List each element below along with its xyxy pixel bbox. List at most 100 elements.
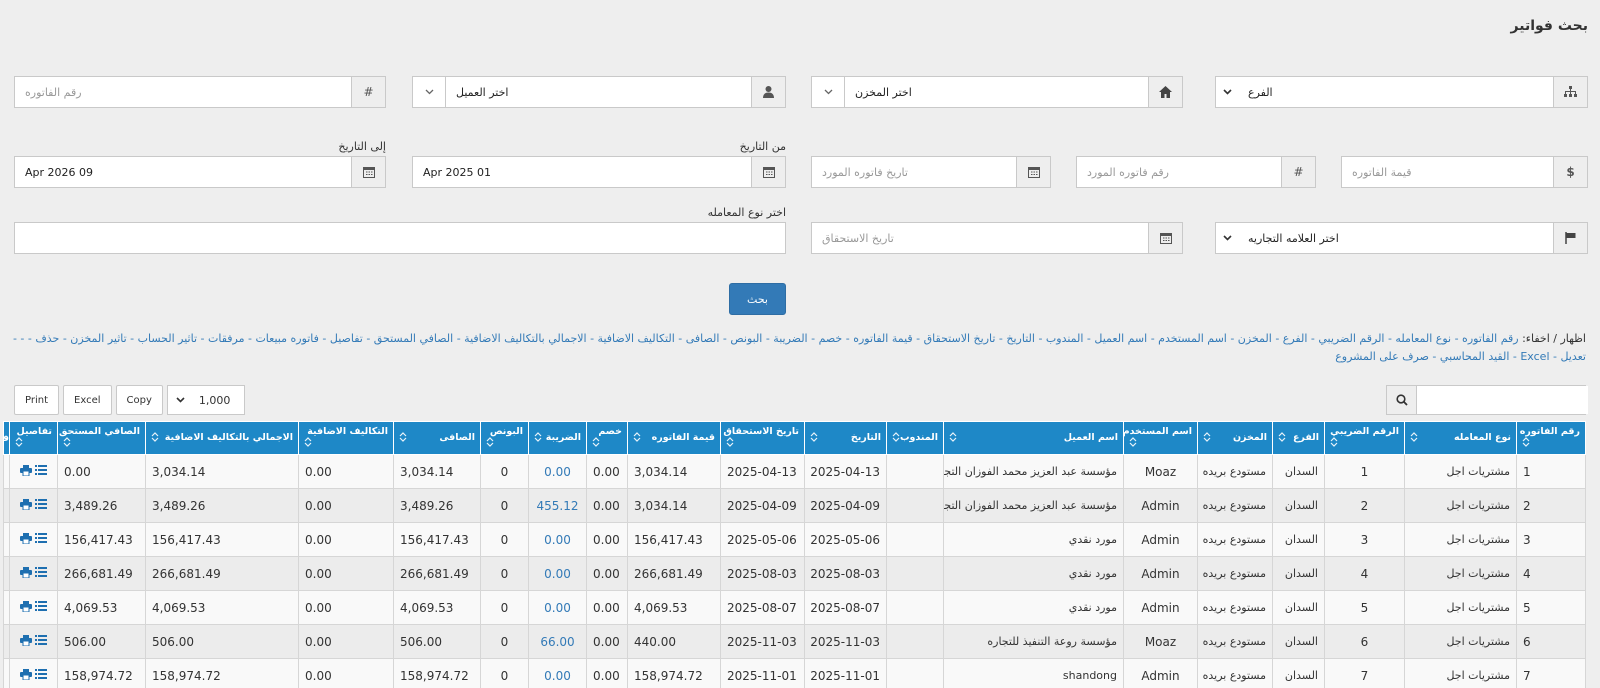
column-header[interactable]: التكاليف الاضافية [298, 421, 394, 455]
column-header[interactable]: الصافى [393, 421, 481, 455]
row-actions[interactable] [9, 658, 58, 688]
table-cell[interactable]: 0.00 [528, 590, 587, 625]
column-header[interactable]: رقم الفاتوره [1516, 421, 1586, 455]
excel-button[interactable]: Excel [63, 385, 112, 415]
calendar-icon [1148, 223, 1182, 253]
print-button[interactable]: Print [14, 385, 60, 415]
due-date-placeholder: تاريخ الاستحقاق [822, 231, 894, 245]
table-cell[interactable]: 0.00 [528, 658, 587, 688]
sort-icon [892, 431, 900, 445]
table-row[interactable]: 5 مشتريات اجل 5 السدان مستودع بريده Admin مورد… [3, 590, 1586, 625]
table-search-input[interactable] [1417, 386, 1588, 414]
supplier-invoice-date-input[interactable]: تاريخ فاتوره المورد [811, 156, 1051, 188]
list-icon[interactable] [35, 499, 48, 512]
table-cell[interactable]: 0.00 [528, 454, 587, 489]
table-cell[interactable]: 0.00 [528, 522, 587, 557]
invoice-value-input[interactable]: $ قيمة الفاتوره [1341, 156, 1588, 188]
row-actions[interactable] [9, 488, 58, 523]
column-header[interactable]: ف [3, 421, 10, 455]
branch-select[interactable]: الفرع [1215, 76, 1588, 108]
table-cell: 156,417.43 [145, 522, 299, 557]
page-title: بحث فواتير [1510, 18, 1588, 34]
column-header[interactable]: الصافي المستحق [57, 421, 146, 455]
list-icon[interactable] [35, 635, 48, 648]
print-icon[interactable] [19, 668, 32, 683]
table-cell[interactable]: 66.00 [528, 624, 587, 659]
column-header[interactable]: قيمة الفاتوره [627, 421, 721, 455]
store-select[interactable]: اختر المخزن [811, 76, 1183, 108]
column-header-label: اسم العميل [1063, 431, 1118, 443]
column-toggle-items[interactable]: رقم الفاتوره - نوع المعامله - الرقم الضر… [13, 332, 1586, 363]
row-actions[interactable] [9, 522, 58, 557]
table-cell: 158,974.72 [627, 658, 721, 688]
brand-select[interactable]: اختر العلامه التجاريه [1215, 222, 1588, 254]
row-actions[interactable] [9, 454, 58, 489]
table-cell: مورد نقدي [943, 522, 1124, 557]
column-header[interactable]: البونص [480, 421, 529, 455]
list-icon[interactable] [35, 601, 48, 614]
table-cell: 6 [1516, 624, 1586, 659]
supplier-invoice-number-input[interactable]: # رقم فاتوره المورد [1076, 156, 1316, 188]
chevron-down-icon [176, 397, 185, 403]
column-header[interactable]: تفاصيل [9, 421, 58, 455]
column-header[interactable]: نوع المعامله [1404, 421, 1517, 455]
table-cell[interactable]: 0.00 [528, 556, 587, 591]
transaction-type-select[interactable] [14, 222, 786, 254]
list-icon[interactable] [35, 567, 48, 580]
table-search[interactable] [1386, 385, 1588, 415]
print-icon[interactable] [19, 600, 32, 615]
table-cell[interactable]: 455.12 [528, 488, 587, 523]
column-header[interactable]: اسم المستخدم [1123, 421, 1198, 455]
list-icon[interactable] [35, 669, 48, 682]
row-actions[interactable] [9, 624, 58, 659]
invoice-number-input[interactable]: # رقم الفاتوره [14, 76, 386, 108]
column-header[interactable]: التاريخ [804, 421, 887, 455]
column-header[interactable]: تاريخ الاستحقاق [720, 421, 805, 455]
search-button[interactable]: بحث [729, 283, 786, 315]
print-icon[interactable] [19, 464, 32, 479]
column-header[interactable]: المندوب [886, 421, 944, 455]
page-length-select[interactable]: 1,000 [166, 385, 245, 415]
table-row[interactable]: 1 مشتريات اجل 1 السدان مستودع بريده Moaz مؤسسة… [3, 454, 1586, 489]
table-row[interactable]: 7 مشتريات اجل 7 السدان مستودع بريده Admin shan… [3, 658, 1586, 688]
table-cell: مشتريات اجل [1404, 590, 1517, 625]
table-cell: 2025-04-09 [720, 488, 805, 523]
column-header[interactable]: الفرع [1272, 421, 1325, 455]
table-cell: 0 [480, 658, 529, 688]
list-icon[interactable] [35, 533, 48, 546]
column-header[interactable]: خصم [586, 421, 628, 455]
column-header[interactable]: اسم العميل [943, 421, 1124, 455]
due-date-input[interactable]: تاريخ الاستحقاق [811, 222, 1183, 254]
column-header[interactable]: الرقم الضريبي [1324, 421, 1405, 455]
print-icon[interactable] [19, 532, 32, 547]
print-icon[interactable] [19, 498, 32, 513]
to-date-input[interactable]: 09 Apr 2026 [14, 156, 386, 188]
table-row[interactable]: 6 مشتريات اجل 6 السدان مستودع بريده Moaz مؤسسة… [3, 624, 1586, 659]
table-cell: 158,974.72 [145, 658, 299, 688]
column-header[interactable]: المخزن [1197, 421, 1273, 455]
column-header[interactable]: الضريبة [528, 421, 587, 455]
print-icon[interactable] [19, 566, 32, 581]
row-actions[interactable] [9, 556, 58, 591]
print-icon[interactable] [19, 634, 32, 649]
column-header[interactable]: الاجمالي بالتكاليف الاضافية [145, 421, 299, 455]
hash-icon: # [1281, 157, 1315, 187]
table-row[interactable]: 4 مشتريات اجل 4 السدان مستودع بريده Admin مورد… [3, 556, 1586, 591]
table-row[interactable]: 3 مشتريات اجل 3 السدان مستودع بريده Admin مورد… [3, 522, 1586, 557]
column-header-label: المخزن [1232, 431, 1267, 443]
customer-select[interactable]: اختر العميل [412, 76, 786, 108]
table-cell: 0 [480, 454, 529, 489]
table-cell [3, 556, 10, 591]
column-visibility-toggle[interactable]: اظهار / اخفاء: رقم الفاتوره - نوع المعام… [6, 330, 1586, 366]
table-row[interactable]: 2 مشتريات اجل 2 السدان مستودع بريده Admin مؤسس… [3, 488, 1586, 523]
from-date-input[interactable]: 01 Apr 2025 [412, 156, 786, 188]
row-actions[interactable] [9, 590, 58, 625]
copy-button[interactable]: Copy [115, 385, 163, 415]
flag-icon [1553, 223, 1587, 253]
transaction-type-label: اختر نوع المعامله [707, 206, 786, 219]
table-cell: 440.00 [627, 624, 721, 659]
table-cell [886, 556, 944, 591]
table-cell: 2025-04-13 [720, 454, 805, 489]
list-icon[interactable] [35, 465, 48, 478]
table-cell: 6 [1324, 624, 1405, 659]
